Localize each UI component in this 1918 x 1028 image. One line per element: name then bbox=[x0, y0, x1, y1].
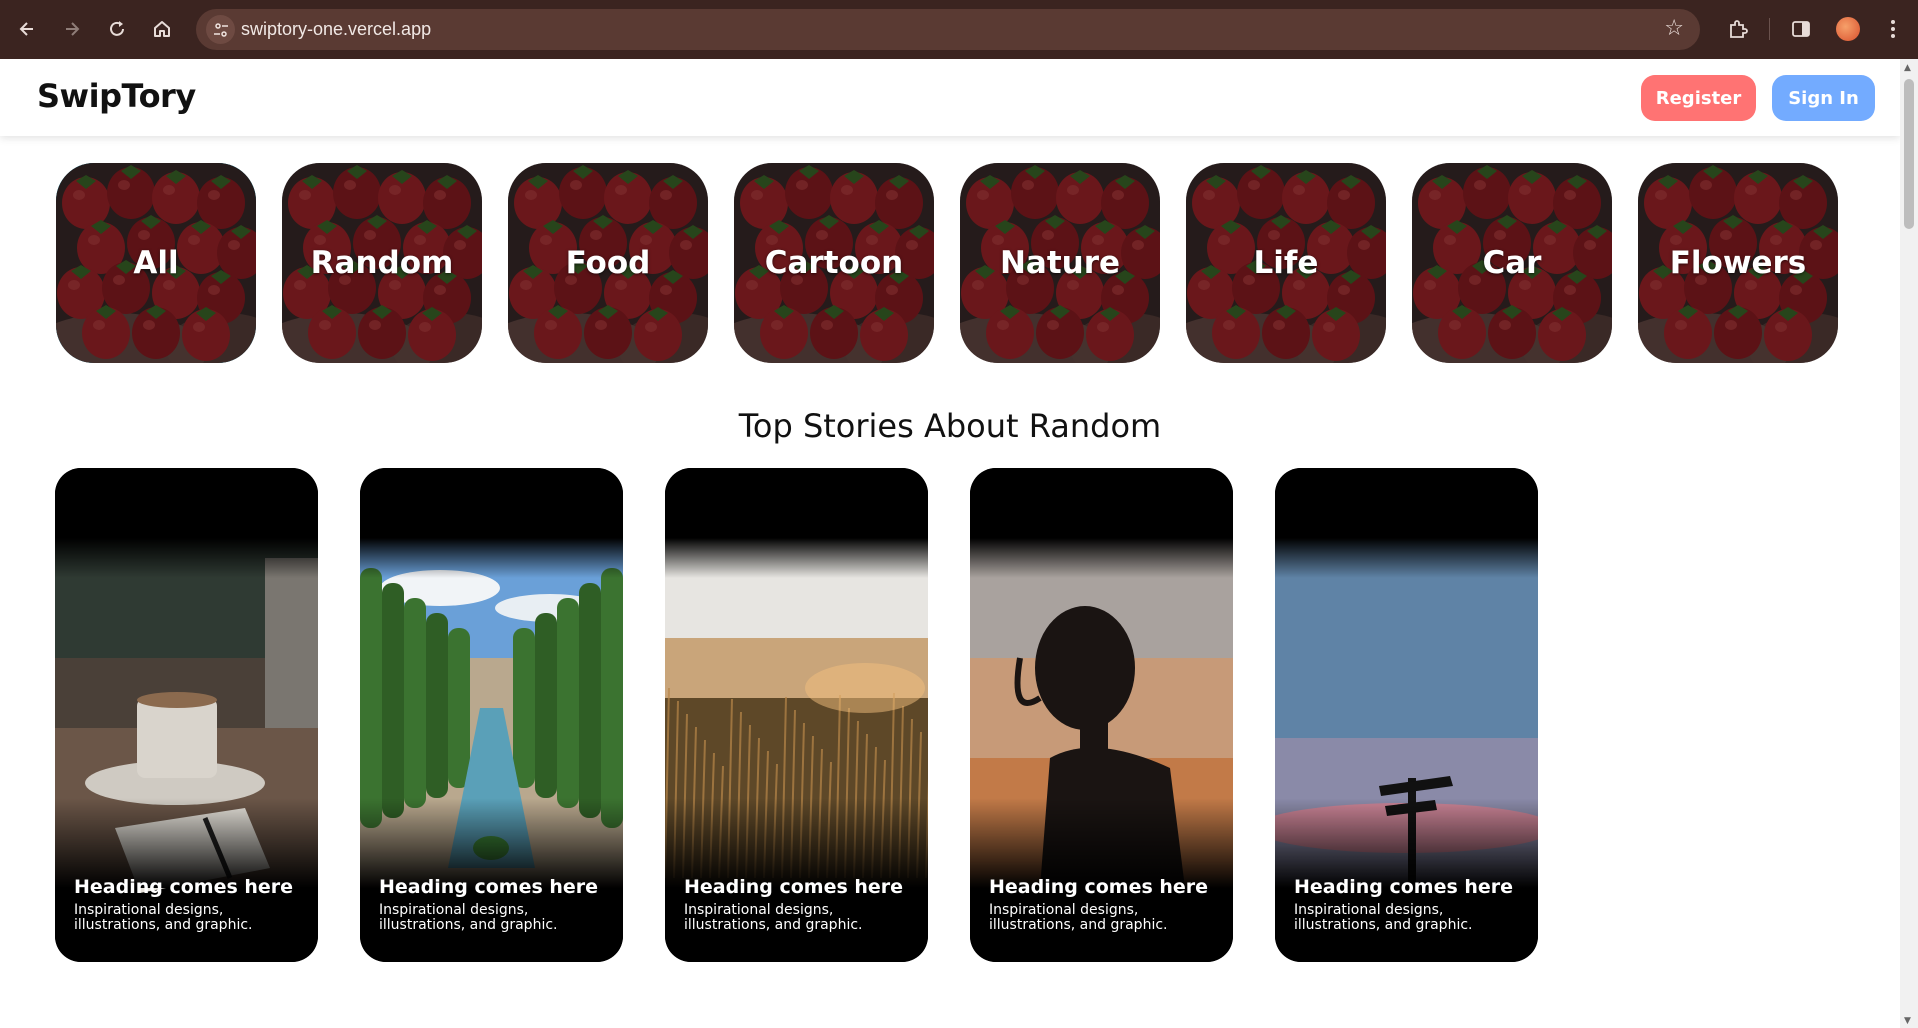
reload-icon[interactable] bbox=[103, 15, 131, 43]
home-icon[interactable] bbox=[148, 15, 176, 43]
scroll-thumb[interactable] bbox=[1904, 79, 1914, 229]
story-heading: Heading comes here bbox=[684, 876, 904, 898]
page-content: SwipTory Register Sign In All Random Food C… bbox=[0, 59, 1900, 1028]
category-tile-cartoon[interactable]: Cartoon bbox=[734, 163, 934, 363]
address-bar[interactable]: swiptory-one.vercel.app ☆ bbox=[196, 9, 1700, 50]
story-description: Inspirational designs, illustrations, an… bbox=[989, 902, 1168, 933]
sign-in-button[interactable]: Sign In bbox=[1772, 75, 1875, 121]
page-scrollbar[interactable]: ▲ ▼ bbox=[1900, 59, 1918, 1028]
url-text: swiptory-one.vercel.app bbox=[241, 19, 432, 39]
story-heading: Heading comes here bbox=[989, 876, 1209, 898]
category-label: Cartoon bbox=[764, 245, 904, 281]
category-label: Car bbox=[1482, 245, 1542, 281]
story-card[interactable]: Heading comes here Inspirational designs,… bbox=[1275, 468, 1538, 962]
category-tile-life[interactable]: Life bbox=[1186, 163, 1386, 363]
story-description: Inspirational designs, illustrations, an… bbox=[74, 902, 253, 933]
star-icon[interactable]: ☆ bbox=[1664, 16, 1684, 41]
side-panel-icon[interactable] bbox=[1787, 15, 1815, 43]
category-label: Flowers bbox=[1669, 245, 1807, 281]
story-heading: Heading comes here bbox=[379, 876, 599, 898]
kebab-menu-icon[interactable] bbox=[1879, 15, 1907, 43]
tune-icon[interactable] bbox=[206, 15, 235, 44]
category-tile-random[interactable]: Random bbox=[282, 163, 482, 363]
forward-icon[interactable] bbox=[58, 15, 86, 43]
site-logo[interactable]: SwipTory bbox=[37, 77, 196, 115]
story-description: Inspirational designs, illustrations, an… bbox=[684, 902, 863, 933]
back-icon[interactable] bbox=[13, 15, 41, 43]
category-tile-nature[interactable]: Nature bbox=[960, 163, 1160, 363]
category-tile-car[interactable]: Car bbox=[1412, 163, 1612, 363]
category-label: Nature bbox=[999, 245, 1121, 281]
category-label: Food bbox=[565, 245, 651, 281]
register-button[interactable]: Register bbox=[1641, 75, 1756, 121]
story-card[interactable]: Heading comes here Inspirational designs,… bbox=[55, 468, 318, 962]
category-tile-flowers[interactable]: Flowers bbox=[1638, 163, 1838, 363]
story-heading: Heading comes here bbox=[1294, 876, 1514, 898]
story-description: Inspirational designs, illustrations, an… bbox=[379, 902, 558, 933]
category-label: Life bbox=[1253, 245, 1319, 281]
story-card[interactable]: Heading comes here Inspirational designs,… bbox=[360, 468, 623, 962]
category-label: All bbox=[133, 245, 179, 281]
scroll-up-arrow[interactable]: ▲ bbox=[1904, 63, 1911, 73]
section-title: Top Stories About Random bbox=[738, 407, 1162, 445]
story-description: Inspirational designs, illustrations, an… bbox=[1294, 902, 1473, 933]
story-card[interactable]: Heading comes here Inspirational designs,… bbox=[970, 468, 1233, 962]
scroll-down-arrow[interactable]: ▼ bbox=[1904, 1016, 1911, 1026]
story-card[interactable]: Heading comes here Inspirational designs,… bbox=[665, 468, 928, 962]
site-header: SwipTory Register Sign In bbox=[0, 59, 1900, 136]
puzzle-icon[interactable] bbox=[1724, 15, 1752, 43]
profile-avatar[interactable] bbox=[1836, 17, 1860, 41]
story-heading: Heading comes here bbox=[74, 876, 294, 898]
category-tile-all[interactable]: All bbox=[56, 163, 256, 363]
category-tile-food[interactable]: Food bbox=[508, 163, 708, 363]
toolbar-divider bbox=[1769, 18, 1770, 40]
category-label: Random bbox=[310, 245, 454, 281]
browser-toolbar: swiptory-one.vercel.app ☆ bbox=[0, 0, 1918, 59]
